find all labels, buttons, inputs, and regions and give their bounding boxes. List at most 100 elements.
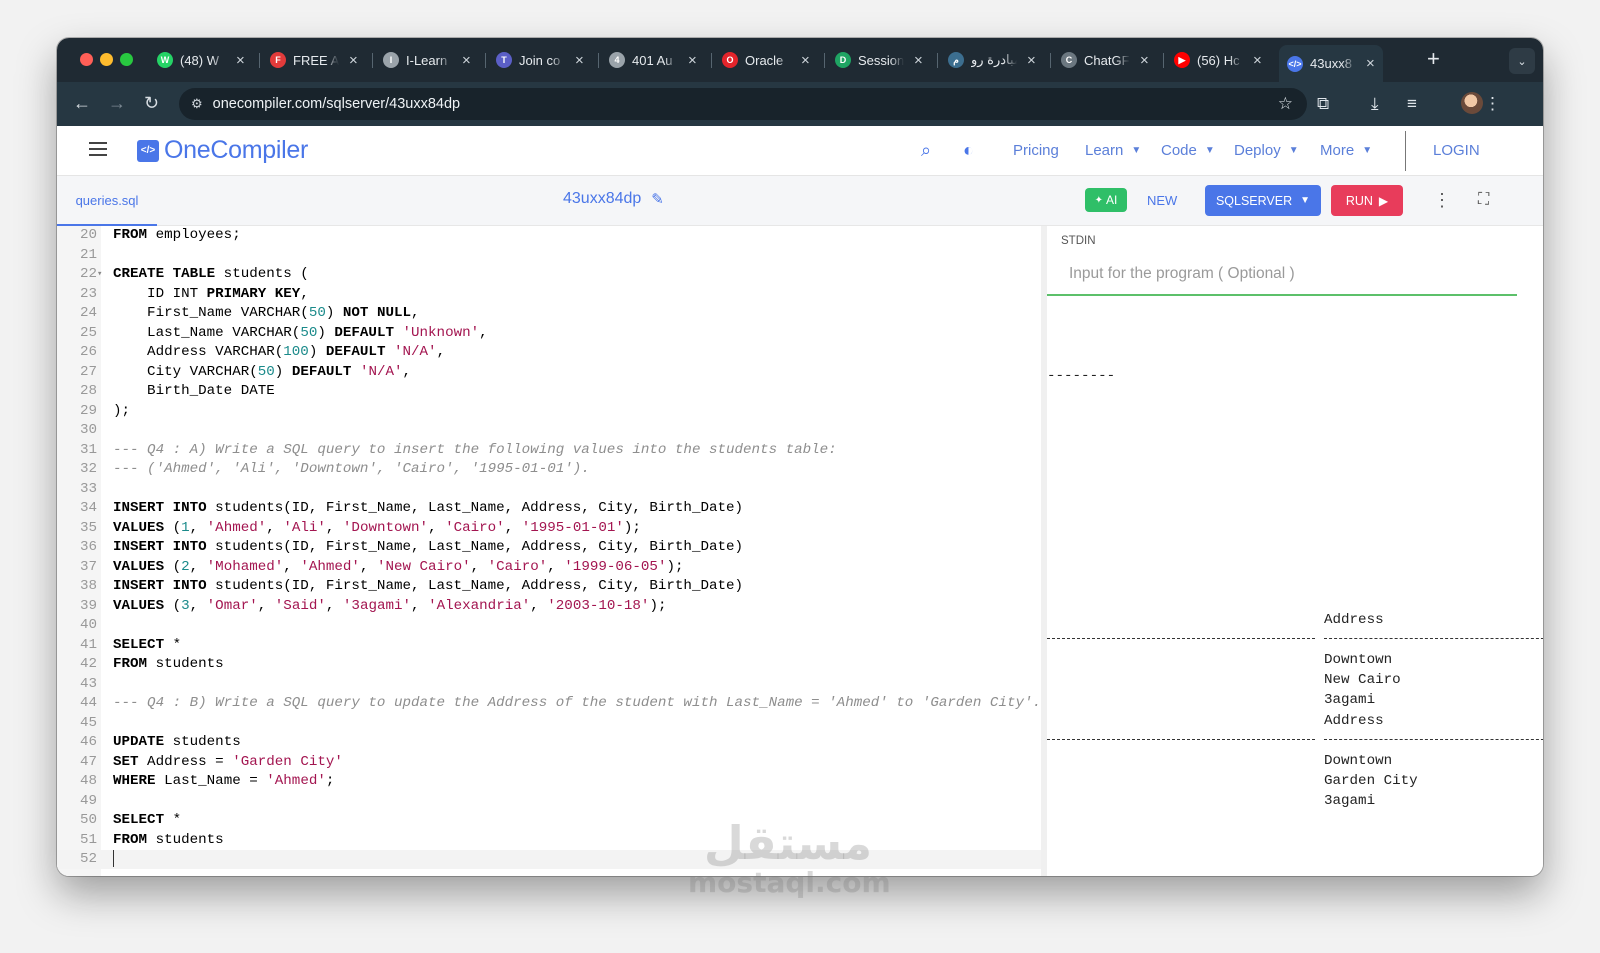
browser-window: W (48) W × F FREE A × I I-Learn × T Join co × 4 401 A… — [57, 38, 1543, 876]
fullscreen-icon[interactable]: ⛶ — [1478, 191, 1489, 209]
hamburger-menu-icon[interactable] — [89, 142, 107, 156]
maximize-window-button[interactable] — [120, 53, 133, 66]
forward-icon[interactable]: → — [108, 93, 126, 114]
login-link[interactable]: LOGIN — [1433, 142, 1480, 159]
browser-tab[interactable]: 4 401 Au × — [601, 45, 705, 75]
nav-learn[interactable]: Learn ▼ — [1085, 142, 1141, 159]
extensions-icon[interactable]: ⧉ — [1317, 94, 1329, 114]
code-line[interactable]: 33 — [57, 480, 1041, 499]
browser-tab[interactable]: م مبادرة رو × — [940, 45, 1044, 75]
new-tab-icon[interactable]: + — [1427, 46, 1440, 72]
code-line[interactable]: 45 — [57, 714, 1041, 733]
code-line[interactable]: 20 FROM employees; — [57, 226, 1041, 245]
code-line[interactable]: 46 UPDATE students — [57, 733, 1041, 752]
code-line[interactable]: 26 Address VARCHAR(100) DEFAULT 'N/A', — [57, 343, 1041, 362]
browser-tab[interactable]: W (48) W × — [149, 45, 253, 75]
code-line[interactable]: 35 VALUES (1, 'Ahmed', 'Ali', 'Downtown',… — [57, 519, 1041, 538]
more-options-icon[interactable]: ⋮ — [1433, 190, 1451, 211]
close-tab-icon[interactable]: × — [688, 52, 697, 69]
code-line[interactable]: 32 --- ('Ahmed', 'Ali', 'Downtown', 'Cair… — [57, 460, 1041, 479]
bookmark-star-icon[interactable]: ☆ — [1278, 94, 1293, 114]
browser-toolbar: ← → ↻ ⚙ onecompiler.com/sqlserver/43uxx8… — [57, 82, 1543, 126]
close-tab-icon[interactable]: × — [1253, 52, 1262, 69]
code-line[interactable]: 38 INSERT INTO students(ID, First_Name, L… — [57, 577, 1041, 596]
tab-title: Join co — [519, 52, 561, 68]
close-tab-icon[interactable]: × — [801, 52, 810, 69]
code-line[interactable]: 43 — [57, 675, 1041, 694]
code-line[interactable]: 34 INSERT INTO students(ID, First_Name, L… — [57, 499, 1041, 518]
onecompiler-logo[interactable]: </> OneCompiler — [137, 136, 308, 165]
code-line[interactable]: 25 Last_Name VARCHAR(50) DEFAULT 'Unknow… — [57, 324, 1041, 343]
code-line[interactable]: 36 INSERT INTO students(ID, First_Name, L… — [57, 538, 1041, 557]
code-line[interactable]: 50 SELECT * — [57, 811, 1041, 830]
code-editor[interactable]: 20 FROM employees; 21 22 ▾ CREATE TABLE stude… — [57, 226, 1041, 876]
browser-tab[interactable]: I I-Learn × — [375, 45, 479, 75]
site-settings-icon[interactable]: ⚙ — [191, 96, 203, 112]
stdin-input[interactable] — [1047, 254, 1517, 296]
close-tab-icon[interactable]: × — [349, 52, 358, 69]
download-icon[interactable]: ⤓ — [1371, 94, 1379, 114]
code-text: Address VARCHAR(100) DEFAULT 'N/A', — [113, 344, 446, 360]
reload-icon[interactable]: ↻ — [144, 93, 159, 114]
profile-avatar[interactable] — [1461, 92, 1483, 114]
search-icon[interactable]: ⌕ — [921, 140, 931, 161]
header-divider — [1405, 131, 1406, 171]
media-controls-icon[interactable]: ≡ — [1407, 94, 1417, 114]
close-tab-icon[interactable]: × — [1027, 52, 1036, 69]
browser-menu-icon[interactable]: ⋮ — [1484, 94, 1501, 114]
code-line[interactable]: 41 SELECT * — [57, 636, 1041, 655]
code-line[interactable]: 37 VALUES (2, 'Mohamed', 'Ahmed', 'New Ca… — [57, 558, 1041, 577]
close-window-button[interactable] — [80, 53, 93, 66]
code-line[interactable]: 39 VALUES (3, 'Omar', 'Said', '3agami', '… — [57, 597, 1041, 616]
tab-search-icon[interactable]: ⌄ — [1509, 48, 1535, 74]
code-line[interactable]: 31 --- Q4 : A) Write a SQL query to inser… — [57, 441, 1041, 460]
nav-pricing[interactable]: Pricing — [1013, 142, 1059, 159]
close-tab-icon[interactable]: × — [914, 52, 923, 69]
code-line[interactable]: 42 FROM students — [57, 655, 1041, 674]
code-line[interactable]: 52 — [57, 850, 1041, 869]
code-line[interactable]: 29); — [57, 402, 1041, 421]
line-number: 39 — [79, 597, 97, 614]
new-button[interactable]: NEW — [1147, 193, 1177, 208]
nav-code[interactable]: Code ▼ — [1161, 142, 1215, 159]
browser-tab[interactable]: </> 43uxx8 × — [1279, 45, 1383, 82]
code-line[interactable]: 24 First_Name VARCHAR(50) NOT NULL, — [57, 304, 1041, 323]
code-title[interactable]: 43uxx84dp ✎ — [563, 190, 664, 208]
code-line[interactable]: 30 — [57, 421, 1041, 440]
fold-arrow-icon[interactable]: ▾ — [97, 265, 102, 284]
language-select[interactable]: SQLSERVER ▼ — [1205, 185, 1321, 216]
close-tab-icon[interactable]: × — [1366, 55, 1375, 72]
code-line[interactable]: 23 ID INT PRIMARY KEY, — [57, 285, 1041, 304]
browser-tab[interactable]: ▶ (56) Hc × — [1166, 45, 1270, 75]
browser-tab[interactable]: C ChatGF × — [1053, 45, 1157, 75]
close-tab-icon[interactable]: × — [236, 52, 245, 69]
code-line[interactable]: 51 FROM students — [57, 831, 1041, 850]
code-line[interactable]: 40 — [57, 616, 1041, 635]
close-tab-icon[interactable]: × — [1140, 52, 1149, 69]
back-icon[interactable]: ← — [73, 93, 91, 114]
browser-tab[interactable]: O Oracle × — [714, 45, 818, 75]
code-line[interactable]: 47 SET Address = 'Garden City' — [57, 753, 1041, 772]
code-line[interactable]: 22 ▾ CREATE TABLE students ( — [57, 265, 1041, 284]
code-line[interactable]: 48 WHERE Last_Name = 'Ahmed'; — [57, 772, 1041, 791]
theme-toggle-icon[interactable]: ◐ — [963, 140, 974, 161]
close-tab-icon[interactable]: × — [575, 52, 584, 69]
browser-tab[interactable]: F FREE A × — [262, 45, 366, 75]
minimize-window-button[interactable] — [100, 53, 113, 66]
ai-button[interactable]: ✦ AI — [1085, 188, 1127, 212]
code-line[interactable]: 21 — [57, 246, 1041, 265]
close-tab-icon[interactable]: × — [462, 52, 471, 69]
nav-more[interactable]: More ▼ — [1320, 142, 1372, 159]
address-bar[interactable]: ⚙ onecompiler.com/sqlserver/43uxx84dp ☆ — [179, 88, 1307, 120]
code-line[interactable]: 27 City VARCHAR(50) DEFAULT 'N/A', — [57, 363, 1041, 382]
code-line[interactable]: 49 — [57, 792, 1041, 811]
browser-tab[interactable]: D Session × — [827, 45, 931, 75]
edit-pencil-icon[interactable]: ✎ — [651, 190, 664, 208]
file-tab-queries[interactable]: queries.sql — [57, 176, 157, 226]
code-line[interactable]: 44 --- Q4 : B) Write a SQL query to updat… — [57, 694, 1041, 713]
line-number: 20 — [79, 227, 97, 243]
nav-deploy[interactable]: Deploy ▼ — [1234, 142, 1299, 159]
code-line[interactable]: 28 Birth_Date DATE — [57, 382, 1041, 401]
browser-tab[interactable]: T Join co × — [488, 45, 592, 75]
run-button[interactable]: RUN ▶ — [1331, 185, 1403, 216]
